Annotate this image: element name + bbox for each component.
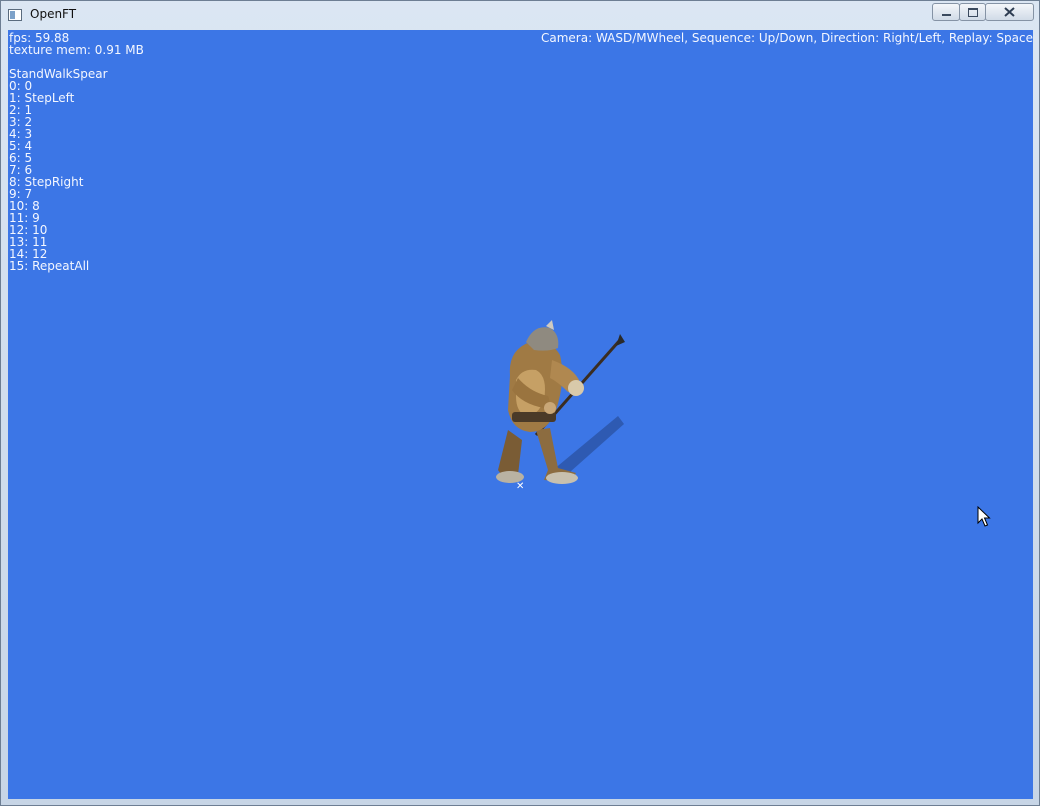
controls-help: Camera: WASD/MWheel, Sequence: Up/Down, … bbox=[541, 31, 1033, 45]
pivot-marker: ✕ bbox=[516, 481, 525, 492]
window-icon bbox=[8, 9, 22, 21]
sequence-list: StandWalkSpear 0: 0 1: StepLeft 2: 1 3: … bbox=[9, 68, 108, 272]
maximize-icon bbox=[967, 7, 978, 17]
window-title: OpenFT bbox=[30, 7, 77, 21]
close-button[interactable] bbox=[985, 3, 1034, 21]
sequence-item: 15: RepeatAll bbox=[9, 259, 90, 273]
mouse-pointer-icon bbox=[977, 506, 991, 527]
spear-warrior-sprite bbox=[496, 320, 625, 484]
texture-mem-readout: texture mem: 0.91 MB bbox=[9, 43, 144, 57]
minimize-button[interactable] bbox=[932, 3, 960, 21]
title-bar[interactable]: OpenFT bbox=[1, 1, 1039, 29]
minimize-icon bbox=[941, 13, 951, 16]
game-viewport[interactable]: fps: 59.88 texture mem: 0.91 MB Camera: … bbox=[8, 30, 1033, 799]
maximize-button[interactable] bbox=[959, 3, 986, 21]
close-icon bbox=[1004, 7, 1015, 17]
app-window: OpenFT fps: 59.88 texture mem: 0.91 MB C… bbox=[0, 0, 1040, 806]
